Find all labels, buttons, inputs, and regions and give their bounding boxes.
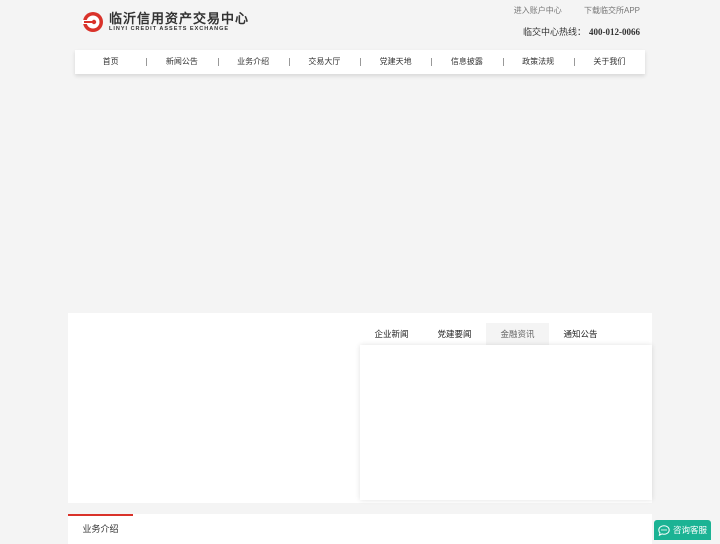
nav-item-home[interactable]: 首页	[75, 50, 146, 74]
nav-item-news[interactable]: 新闻公告	[146, 50, 217, 74]
hotline: 临交中心热线： 400-012-0066	[523, 25, 640, 38]
hotline-label: 临交中心热线：	[522, 27, 586, 37]
customer-service-button[interactable]: 咨询客服	[654, 520, 711, 540]
tab-corporate-news[interactable]: 企业新闻	[360, 323, 423, 345]
chat-bubble-icon	[658, 524, 670, 536]
account-center-link[interactable]: 进入账户中心	[514, 6, 562, 15]
download-app-link[interactable]: 下载临交所APP	[584, 6, 640, 15]
news-tab-content	[360, 345, 652, 500]
customer-service-label: 咨询客服	[672, 525, 707, 535]
tab-finance-news[interactable]: 金融资讯	[486, 323, 549, 345]
nav-item-party-building[interactable]: 党建天地	[360, 50, 431, 74]
site-header: 临沂信用资产交易中心 LINYI CREDIT ASSETS EXCHANGE …	[0, 0, 720, 48]
news-tabs: 企业新闻 党建要闻 金融资讯 通知公告	[360, 323, 612, 345]
tab-party-news[interactable]: 党建要闻	[423, 323, 486, 345]
logo-mark-icon	[82, 12, 103, 32]
logo-chinese-name: 临沂信用资产交易中心	[109, 11, 250, 26]
nav-item-business[interactable]: 业务介绍	[217, 50, 289, 74]
nav-item-about[interactable]: 关于我们	[573, 50, 645, 74]
logo-english-name: LINYI CREDIT ASSETS EXCHANGE	[109, 26, 230, 32]
nav-item-trading-hall[interactable]: 交易大厅	[288, 50, 360, 74]
hotline-number: 400-012-0066	[589, 27, 640, 37]
news-panel: 企业新闻 党建要闻 金融资讯 通知公告	[68, 313, 652, 503]
site-logo[interactable]: 临沂信用资产交易中心 LINYI CREDIT ASSETS EXCHANGE	[82, 11, 248, 35]
main-nav: 首页 新闻公告 业务介绍 交易大厅 党建天地 信息披露 政策法规 关于我们	[75, 50, 645, 74]
tab-notices[interactable]: 通知公告	[549, 323, 612, 345]
top-links: 进入账户中心 下载临交所APP	[494, 5, 640, 16]
nav-item-policy[interactable]: 政策法规	[502, 50, 574, 74]
nav-item-disclosure[interactable]: 信息披露	[431, 50, 502, 74]
